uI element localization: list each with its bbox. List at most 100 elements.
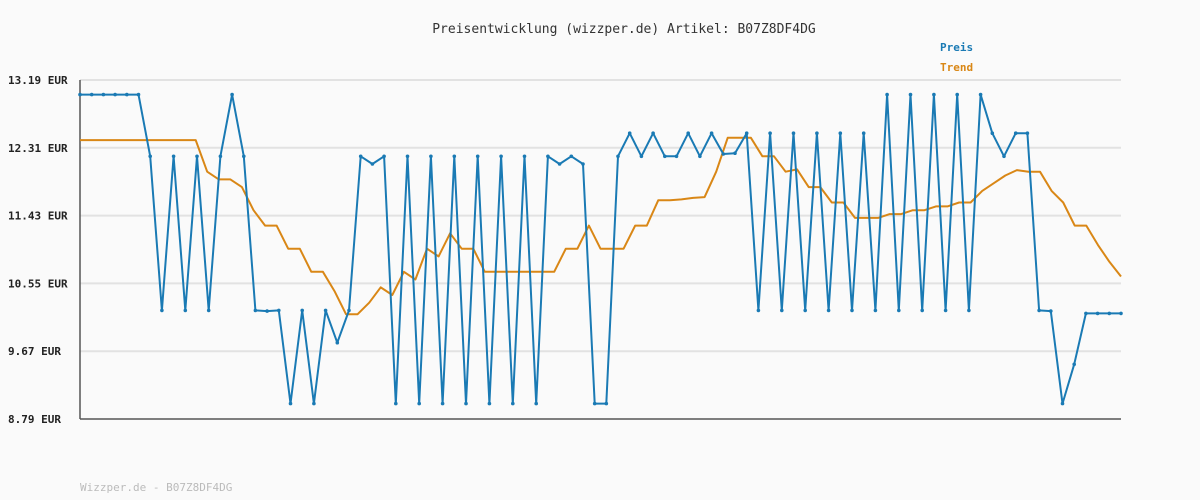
data-point-preis: [347, 308, 351, 313]
data-point-preis: [686, 131, 690, 135]
data-point-preis: [300, 308, 305, 313]
data-point-preis: [534, 401, 538, 406]
data-point-preis: [592, 401, 597, 406]
data-point-preis: [417, 401, 422, 406]
data-point-preis: [195, 154, 199, 159]
data-point-preis: [663, 154, 667, 159]
y-tick-label: 11.43 EUR: [8, 210, 68, 223]
data-point-preis: [780, 308, 784, 313]
data-point-preis: [815, 131, 819, 135]
data-point-preis: [967, 308, 971, 313]
data-point-preis: [1119, 311, 1123, 316]
data-point-preis: [475, 154, 480, 159]
data-point-preis: [511, 401, 515, 406]
data-point-preis: [861, 131, 866, 135]
data-point-preis: [405, 154, 410, 159]
data-point-preis: [499, 154, 503, 159]
data-point-preis: [277, 308, 281, 313]
data-point-preis: [1084, 311, 1088, 316]
data-point-preis: [113, 92, 117, 97]
data-point-preis: [616, 154, 620, 159]
data-point-preis: [1037, 308, 1041, 313]
data-point-preis: [639, 154, 644, 159]
chart-title: Preisentwicklung (wizzper.de) Artikel: B…: [432, 22, 816, 37]
data-point-preis: [125, 92, 129, 97]
y-tick-label: 10.55 EUR: [8, 277, 68, 290]
data-point-preis: [920, 308, 924, 313]
data-point-preis: [522, 154, 527, 159]
data-point-preis: [978, 92, 983, 97]
data-point-preis: [873, 308, 878, 313]
legend-preis: Preis: [940, 41, 973, 54]
data-point-preis: [698, 154, 702, 159]
data-point-preis: [394, 401, 398, 406]
data-point-preis: [1025, 131, 1030, 135]
data-point-preis: [1095, 311, 1100, 316]
data-point-preis: [838, 131, 843, 135]
data-point-preis: [265, 309, 269, 313]
y-tick-label: 13.19 EUR: [8, 74, 68, 87]
y-axis-ticks: 13.19 EUR 12.31 EUR 11.43 EUR 10.55 EUR 9.67…: [8, 74, 68, 426]
data-point-preis: [312, 401, 316, 406]
data-point-preis: [791, 131, 796, 135]
data-point-preis: [148, 154, 152, 159]
data-point-preis: [733, 151, 737, 155]
y-tick-label: 9.67 EUR: [8, 345, 61, 358]
data-point-preis: [358, 154, 363, 159]
data-point-preis: [429, 154, 433, 159]
data-point-preis: [89, 92, 94, 97]
data-point-preis: [604, 401, 609, 406]
data-point-preis: [440, 401, 445, 406]
data-point-preis: [452, 154, 457, 159]
data-point-preis: [721, 152, 726, 156]
data-point-preis: [709, 131, 714, 135]
data-point-preis: [323, 308, 328, 313]
data-point-preis: [136, 92, 141, 97]
data-point-preis: [183, 308, 188, 313]
data-point-preis: [627, 131, 632, 135]
data-point-preis: [101, 92, 106, 97]
data-point-preis: [1002, 154, 1006, 159]
data-point-preis: [955, 92, 959, 97]
data-point-preis: [1060, 401, 1065, 406]
data-point-preis: [897, 308, 901, 313]
data-point-preis: [826, 308, 831, 313]
data-point-preis: [1013, 131, 1018, 135]
data-point-preis: [569, 154, 574, 159]
y-tick-label: 12.31 EUR: [8, 142, 68, 155]
data-point-preis: [1107, 311, 1112, 316]
data-point-preis: [803, 308, 807, 313]
data-point-preis: [218, 154, 223, 159]
data-point-preis: [1049, 309, 1053, 313]
data-point-preis: [487, 401, 492, 406]
data-point-preis: [581, 162, 585, 166]
data-point-preis: [756, 308, 761, 313]
data-point-preis: [382, 154, 386, 159]
data-point-preis: [674, 154, 679, 159]
data-point-preis: [253, 308, 258, 313]
data-point-preis: [651, 131, 655, 135]
data-point-preis: [464, 401, 468, 406]
y-tick-label: 8.79 EUR: [8, 413, 61, 426]
data-point-preis: [850, 308, 854, 313]
data-point-preis: [546, 154, 550, 159]
data-point-preis: [744, 131, 749, 135]
data-point-preis: [288, 401, 293, 406]
data-point-preis: [908, 92, 913, 97]
price-chart: Preisentwicklung (wizzper.de) Artikel: B…: [8, 22, 1123, 494]
data-point-preis: [242, 154, 246, 159]
data-point-preis: [557, 162, 562, 166]
data-point-preis: [78, 92, 82, 97]
data-point-preis: [370, 162, 375, 166]
data-point-preis: [230, 92, 234, 97]
data-point-preis: [160, 308, 164, 313]
footer-text: Wizzper.de - B07Z8DF4DG: [80, 481, 232, 494]
data-point-preis: [206, 308, 211, 313]
data-point-preis: [990, 131, 995, 135]
data-point-preis: [1072, 362, 1076, 367]
data-point-preis: [768, 131, 772, 135]
data-point-preis: [335, 340, 340, 345]
data-point-preis: [885, 92, 889, 97]
data-point-preis: [932, 92, 936, 97]
legend-trend: Trend: [940, 61, 973, 74]
